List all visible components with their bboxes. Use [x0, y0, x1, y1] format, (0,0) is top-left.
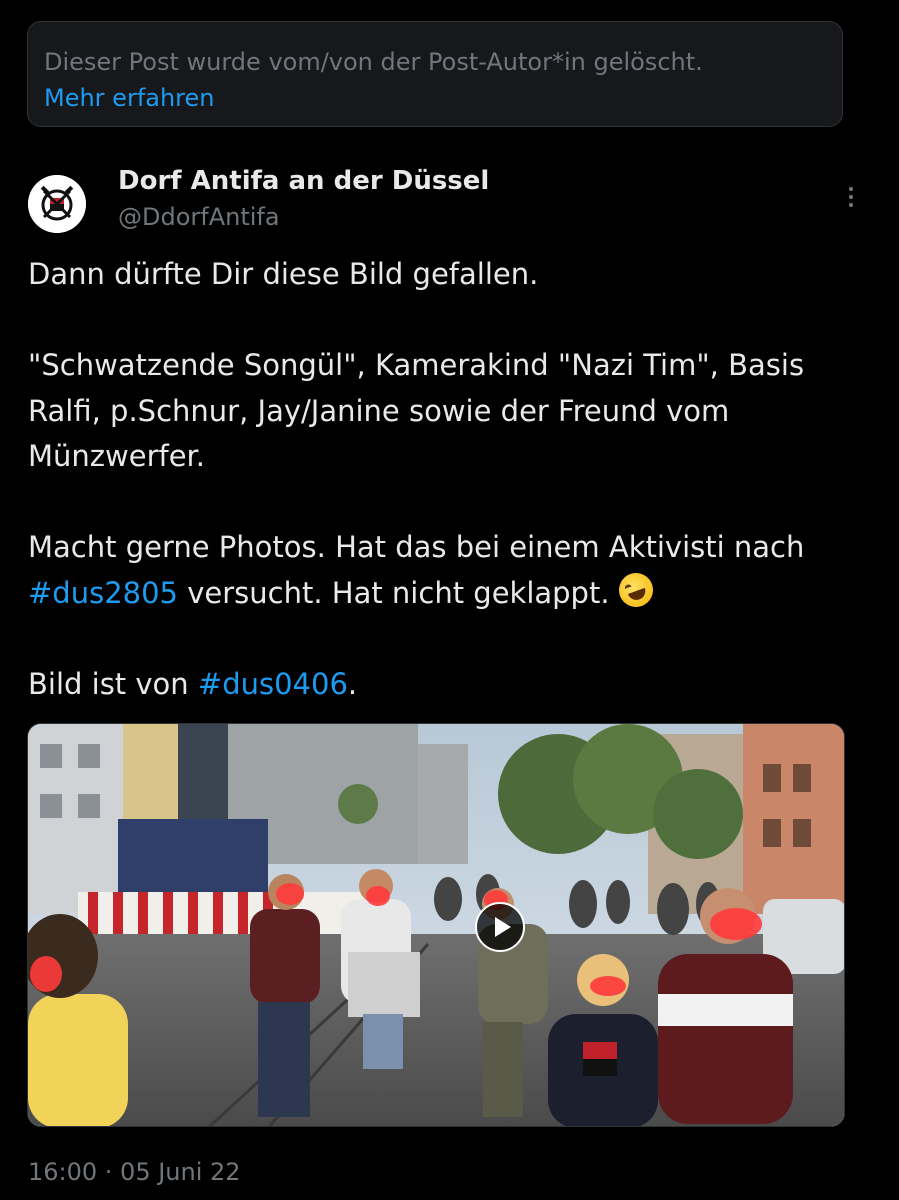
hashtag-dus0406[interactable]: #dus0406 [198, 667, 348, 701]
tweet-timestamp[interactable]: 16:00 · 05 Juni 22 [28, 1156, 241, 1188]
author-handle[interactable]: @DdorfAntifa [118, 201, 280, 233]
antifa-logo-icon [28, 175, 86, 233]
avatar[interactable] [28, 175, 86, 233]
tweet-paragraph-4-text: Bild ist von [28, 666, 198, 701]
tweet-paragraph-4-suffix: . [347, 666, 358, 701]
street-demonstration-image [28, 724, 844, 1126]
tweet-paragraph-3-suffix: versucht. Hat nicht geklappt. [178, 575, 619, 610]
learn-more-link[interactable]: Mehr erfahren [44, 80, 826, 116]
tweet-line-1: Dann dürfte Dir diese Bild gefallen. [28, 257, 539, 291]
tweet-text: Dann dürfte Dir diese Bild gefallen. "Sc… [28, 252, 858, 707]
tweet-paragraph-3-text: Macht gerne Photos. Hat das bei einem Ak… [28, 530, 805, 564]
tweet-paragraph-4: Bild ist von #dus0406. [28, 662, 858, 708]
tweet-paragraph-2: "Schwatzende Songül", Kamerakind "Nazi T… [28, 348, 805, 473]
deleted-post-text: Dieser Post wurde vom/von der Post-Autor… [44, 48, 703, 76]
laughing-emoji-icon [613, 567, 658, 612]
more-options-icon[interactable] [838, 182, 864, 212]
author-display-name[interactable]: Dorf Antifa an der Düssel [118, 164, 489, 198]
hashtag-dus2805[interactable]: #dus2805 [28, 576, 178, 610]
deleted-post-notice: Dieser Post wurde vom/von der Post-Autor… [27, 21, 843, 127]
play-icon[interactable] [475, 902, 525, 952]
tweet-paragraph-3: Macht gerne Photos. Hat das bei einem Ak… [28, 525, 858, 616]
video-thumbnail[interactable] [27, 723, 845, 1127]
